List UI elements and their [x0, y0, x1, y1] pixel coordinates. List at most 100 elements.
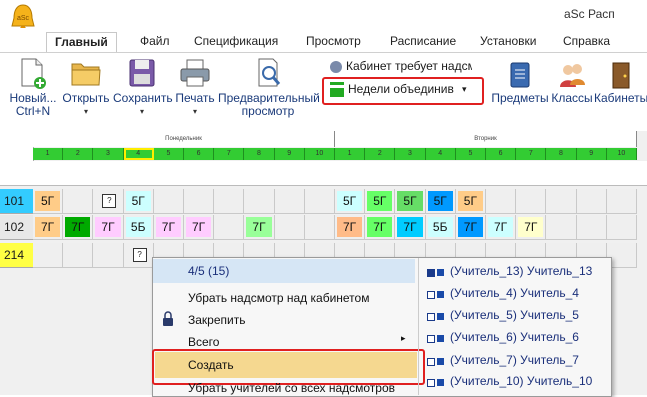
rooms-label: Кабинеты — [594, 91, 647, 105]
print-preview-button[interactable]: Предварительный просмотр — [218, 56, 320, 118]
teacher-checkbox[interactable] — [427, 291, 435, 299]
room-supervision-combo[interactable]: Кабинет требует надсмотр — [330, 57, 472, 76]
room-label: 101 — [0, 189, 37, 214]
teacher-item[interactable]: (Учитель_10) Учитель_10 — [450, 374, 592, 388]
timetable-cell[interactable] — [606, 189, 637, 214]
teacher-item[interactable]: (Учитель_4) Учитель_4 — [450, 286, 579, 300]
period-header: 6 — [184, 148, 215, 160]
teacher-checkbox[interactable] — [427, 358, 435, 366]
save-button[interactable]: Сохранить ▾ — [113, 56, 173, 118]
classes-button[interactable]: Классы — [550, 60, 594, 105]
lesson-card[interactable]: 5Б — [125, 217, 151, 237]
lesson-card[interactable]: 5Г — [457, 191, 483, 211]
new-file-icon — [21, 58, 46, 89]
lesson-card[interactable]: 5Г — [35, 191, 61, 211]
room-label: 214 — [0, 243, 37, 268]
period-header: 1 — [33, 148, 64, 160]
lesson-card[interactable]: 5Б — [427, 217, 453, 237]
period-header: 8 — [546, 148, 577, 160]
timetable-cell[interactable] — [214, 189, 245, 214]
timetable-cell[interactable] — [304, 215, 335, 240]
timetable-cell[interactable] — [606, 215, 637, 240]
open-button-label: Открыть — [62, 91, 110, 105]
teacher-item[interactable]: (Учитель_7) Учитель_7 — [450, 353, 579, 367]
lesson-card[interactable]: 7Г — [337, 217, 363, 237]
timetable-cell[interactable] — [184, 189, 215, 214]
lesson-card[interactable]: 7Г — [95, 217, 121, 237]
lesson-card[interactable]: 5Г — [337, 191, 363, 211]
timetable-cell[interactable] — [304, 189, 335, 214]
tab-main[interactable]: Главный — [46, 32, 117, 54]
teacher-checkbox[interactable] — [427, 379, 435, 387]
menu-item-total[interactable]: Всего — [188, 335, 219, 349]
menu-item-remove-supervision[interactable]: Убрать надсмотр над кабинетом — [188, 291, 369, 305]
timetable-cell[interactable] — [274, 215, 305, 240]
timetable-cell[interactable] — [516, 189, 547, 214]
timetable-cell[interactable] — [576, 189, 607, 214]
lesson-card[interactable]: 7Г — [397, 217, 423, 237]
teacher-item[interactable]: (Учитель_6) Учитель_6 — [450, 330, 579, 344]
lesson-card[interactable]: 7Г — [488, 217, 514, 237]
lesson-card[interactable]: 7Г — [186, 217, 212, 237]
timetable-cell[interactable] — [214, 215, 245, 240]
timetable-cell[interactable] — [63, 243, 94, 268]
teacher-checkbox[interactable] — [427, 313, 435, 321]
unassigned-lesson-marker[interactable]: ? — [102, 194, 117, 208]
lesson-card[interactable]: 7Г — [155, 217, 181, 237]
lesson-card[interactable]: 7Г — [457, 217, 483, 237]
print-button-label: Печать — [175, 91, 215, 105]
teacher-color-swatch — [437, 291, 444, 298]
timetable-cell[interactable] — [63, 189, 94, 214]
teacher-item[interactable]: (Учитель_5) Учитель_5 — [450, 308, 579, 322]
day-header: Понедельник — [33, 131, 335, 147]
timetable-cell[interactable] — [546, 189, 577, 214]
timetable-cell[interactable] — [93, 243, 124, 268]
print-dropdown-arrow[interactable]: ▾ — [173, 105, 217, 118]
menu-item-pin[interactable]: Закрепить — [188, 313, 245, 327]
teacher-checkbox[interactable] — [427, 335, 435, 343]
save-dropdown-arrow[interactable]: ▾ — [113, 105, 171, 118]
new-button[interactable]: Новый... Ctrl+N — [8, 56, 58, 118]
lesson-card[interactable]: 7Г — [246, 217, 272, 237]
lesson-card[interactable]: 5Г — [427, 191, 453, 211]
open-button[interactable]: Открыть ▾ — [61, 56, 111, 118]
open-dropdown-arrow[interactable]: ▾ — [61, 105, 111, 118]
teacher-item[interactable]: (Учитель_13) Учитель_13 — [450, 264, 592, 278]
unassigned-lesson-marker[interactable]: ? — [132, 248, 147, 262]
lesson-card[interactable]: 7Г — [367, 217, 393, 237]
lesson-card[interactable]: 5Г — [397, 191, 423, 211]
timetable-cell[interactable] — [546, 215, 577, 240]
lesson-card[interactable]: 7Г — [518, 217, 544, 237]
folder-icon — [71, 63, 101, 86]
window-title: aSc Расп — [564, 7, 615, 21]
timetable-cell[interactable] — [576, 215, 607, 240]
period-header: 4 — [425, 148, 456, 160]
timetable-cell[interactable] — [274, 189, 305, 214]
tab-file[interactable]: Файл — [140, 32, 170, 53]
supervisor-icon — [330, 60, 342, 73]
timetable-cell[interactable] — [33, 243, 64, 268]
highlight-frame-create — [152, 349, 425, 385]
period-header: 1 — [335, 148, 366, 160]
period-header: 8 — [244, 148, 275, 160]
tab-view[interactable]: Просмотр — [306, 32, 361, 53]
tab-schedule[interactable]: Расписание — [390, 32, 456, 53]
subjects-button[interactable]: Предметы — [490, 60, 550, 105]
lesson-card[interactable]: 5Г — [367, 191, 393, 211]
period-header: 5 — [153, 148, 184, 160]
timetable-cell[interactable] — [153, 189, 184, 214]
tab-settings[interactable]: Установки — [480, 32, 536, 53]
lesson-card[interactable]: 5Г — [125, 191, 151, 211]
tab-specification[interactable]: Спецификация — [194, 32, 278, 53]
timetable-cell[interactable] — [486, 189, 517, 214]
room-supervision-label: Кабинет требует надсмотр — [346, 59, 472, 73]
title-bar — [0, 0, 647, 28]
lesson-card[interactable]: 7Г — [35, 217, 61, 237]
rooms-button[interactable]: Кабинеты — [594, 60, 647, 105]
menu-item-remove-teachers[interactable]: Убрать учителей со всех надсмотров — [188, 381, 395, 395]
timetable-cell[interactable] — [244, 189, 275, 214]
teacher-checkbox[interactable] — [427, 269, 435, 277]
tab-help[interactable]: Справка — [563, 32, 610, 53]
lesson-card[interactable]: 7Г — [65, 217, 91, 237]
print-button[interactable]: Печать ▾ — [173, 56, 217, 118]
